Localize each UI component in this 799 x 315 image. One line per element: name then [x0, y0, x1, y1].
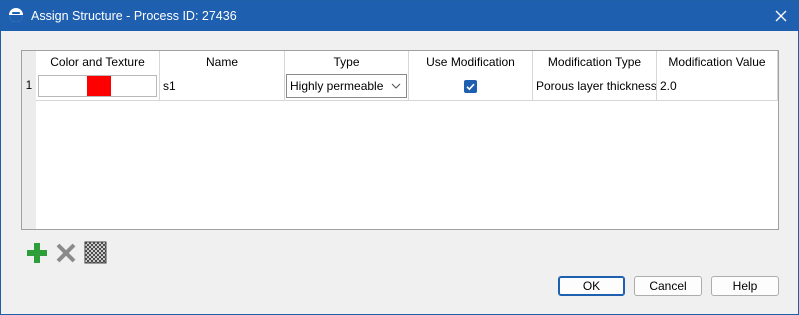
type-select-value: Highly permeable [290, 79, 384, 93]
cancel-button[interactable]: Cancel [634, 276, 702, 296]
column-header-type[interactable]: Type [285, 51, 409, 73]
close-icon [775, 10, 787, 22]
column-header-name[interactable]: Name [160, 51, 285, 73]
x-icon [56, 243, 76, 263]
color-texture-cell[interactable] [36, 73, 160, 100]
use-modification-checkbox[interactable] [464, 80, 477, 93]
texture-pattern-button[interactable] [84, 241, 107, 264]
checkmark-icon [466, 83, 475, 91]
ok-button[interactable]: OK [558, 276, 625, 296]
plus-icon [27, 243, 47, 263]
name-cell[interactable]: s1 [160, 73, 285, 100]
hatch-pattern-icon [84, 241, 107, 264]
table-row[interactable]: s1 Highly permeable Porous layer thickne… [36, 73, 778, 101]
delete-row-button[interactable] [55, 242, 77, 264]
column-header-color[interactable]: Color and Texture [36, 51, 160, 73]
app-icon [9, 8, 23, 22]
grid-header: Color and Texture Name Type Use Modifica… [36, 51, 778, 74]
assign-structure-dialog: Assign Structure - Process ID: 27436 Col… [0, 0, 799, 315]
modification-type-cell[interactable]: Porous layer thickness [533, 73, 657, 100]
use-modification-cell[interactable] [409, 73, 533, 100]
modification-value-cell[interactable]: 2.0 [657, 73, 778, 100]
add-row-button[interactable] [26, 242, 48, 264]
chevron-down-icon [391, 83, 401, 89]
window-title: Assign Structure - Process ID: 27436 [31, 9, 237, 23]
row-number[interactable]: 1 [22, 73, 36, 100]
column-header-modification-type[interactable]: Modification Type [533, 51, 657, 73]
color-swatch-fill [87, 76, 111, 96]
column-header-modification-value[interactable]: Modification Value [657, 51, 778, 73]
type-cell[interactable]: Highly permeable [285, 73, 409, 100]
color-texture-swatch[interactable] [38, 75, 157, 97]
title-bar[interactable]: Assign Structure - Process ID: 27436 [1, 1, 798, 31]
help-button[interactable]: Help [711, 276, 779, 296]
type-select[interactable]: Highly permeable [286, 74, 407, 98]
column-header-use-modification[interactable]: Use Modification [409, 51, 533, 73]
structure-grid[interactable]: Color and Texture Name Type Use Modifica… [21, 50, 779, 230]
close-button[interactable] [772, 7, 790, 25]
